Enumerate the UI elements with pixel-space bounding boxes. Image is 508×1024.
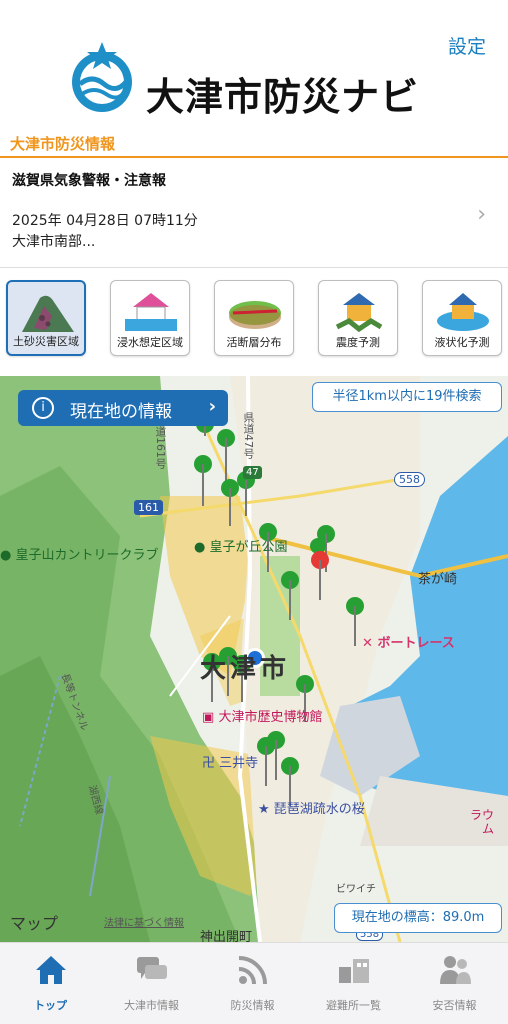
hazard-tabs: 土砂災害区域 浸水想定区域 活断層分布 震度予測 液状化予測	[0, 270, 508, 376]
tab-label: 避難所一覧	[326, 999, 381, 1012]
road-161-label: 道161号	[154, 426, 167, 469]
park-poi[interactable]: ● 皇子が丘公園	[194, 536, 288, 555]
boat-race-poi[interactable]: ✕ ボートレース	[362, 632, 455, 651]
chevron-right-icon: ›	[477, 202, 486, 227]
tab-label: 土砂災害区域	[13, 335, 79, 348]
museum-poi[interactable]: ▣ 大津市歴史博物館	[202, 706, 322, 725]
home-icon	[36, 956, 66, 984]
shelter-icon	[339, 959, 369, 983]
route-558-shield: 558	[394, 472, 425, 487]
warning-area: 大津市南部...	[12, 234, 96, 250]
star-icon: ★	[258, 802, 270, 817]
tab-flood[interactable]: 浸水想定区域	[110, 280, 190, 356]
mu-label: ム	[482, 822, 495, 836]
golf-poi[interactable]: ● 皇子山カントリークラブ	[0, 544, 159, 563]
miidera-poi[interactable]: 卍 三井寺	[202, 752, 258, 771]
apple-maps-credit: マップ	[10, 910, 58, 934]
golf-icon: ●	[0, 548, 12, 563]
section-title: 大津市防災情報	[10, 135, 116, 153]
sakura-label: 琵琶湖疏水の桜	[273, 802, 365, 817]
tab-label: トップ	[34, 999, 67, 1012]
miidera-label: 三井寺	[219, 756, 259, 771]
info-button-label: 現在地の情報	[70, 402, 172, 422]
tab-label: 浸水想定区域	[117, 336, 183, 349]
boat-icon: ✕	[362, 636, 373, 651]
info-icon: i	[32, 397, 54, 419]
park-label: 皇子が丘公園	[209, 540, 288, 555]
people-icon	[440, 956, 471, 984]
weather-warning-card[interactable]: 滋賀県気象警報・注意報 2025年 04月28日 07時11分 大津市南部...…	[0, 160, 508, 268]
tree-icon: ●	[194, 540, 206, 555]
tab-seismic[interactable]: 震度予測	[318, 280, 398, 356]
bottom-tab-bar: トップ 大津市情報 防災情報 避難所一覧 安否情報	[0, 942, 508, 1024]
warning-title: 滋賀県気象警報・注意報	[12, 173, 166, 189]
landslide-icon	[22, 295, 74, 332]
settings-button[interactable]: 設定	[448, 32, 486, 59]
tab-shelters[interactable]: 避難所一覧	[303, 949, 404, 1019]
tab-landslide[interactable]: 土砂災害区域	[6, 280, 86, 356]
warning-datetime: 2025年 04月28日 07時11分	[12, 213, 198, 229]
tab-top[interactable]: トップ	[0, 949, 101, 1019]
temple-icon: 卍	[202, 756, 216, 771]
fault-icon	[229, 301, 281, 329]
chat-icon	[137, 957, 167, 979]
museum-icon: ▣	[202, 710, 215, 725]
maps-credit-label: マップ	[10, 914, 59, 933]
tab-city-info[interactable]: 大津市情報	[101, 949, 202, 1019]
tab-disaster-info[interactable]: 防災情報	[202, 949, 303, 1019]
tab-label: 防災情報	[230, 999, 275, 1012]
legal-link[interactable]: 法律に基づく情報	[104, 914, 184, 929]
sakura-poi[interactable]: ★ 琵琶湖疏水の桜	[258, 798, 365, 817]
kamide-label: 神出開町	[200, 930, 253, 942]
seismic-house-icon	[335, 293, 383, 333]
section-header: 大津市防災情報	[0, 130, 508, 158]
hazard-map[interactable]: i 現在地の情報 › 半径1km以内に19件検索 県道47号 道161号 47 …	[0, 376, 508, 942]
road-label: 県道47号	[242, 412, 255, 459]
elevation-badge: 現在地の標高：89.0m	[334, 903, 502, 933]
tab-label: 液状化予測	[434, 336, 490, 349]
golf-label: 皇子山カントリークラブ	[15, 548, 159, 563]
route-47-shield: 47	[243, 466, 262, 479]
tab-fault[interactable]: 活断層分布	[214, 280, 294, 356]
biwaichi-label: ビワイチ	[336, 884, 376, 895]
liquefaction-icon	[437, 293, 489, 331]
rss-icon	[238, 956, 267, 985]
tab-safety[interactable]: 安否情報	[404, 949, 505, 1019]
museum-label: 大津市歴史博物館	[218, 710, 323, 725]
chevron-right-icon: ›	[208, 396, 216, 417]
route-161-shield: 161	[134, 500, 163, 515]
tab-liquefaction[interactable]: 液状化予測	[422, 280, 502, 356]
current-location-info-button[interactable]: i 現在地の情報 ›	[18, 390, 228, 426]
city-emblem-icon	[72, 42, 132, 112]
app-header: 大津市防災ナビ 設定	[0, 0, 508, 128]
boat-label: ボートレース	[377, 636, 455, 651]
app-title: 大津市防災ナビ	[146, 75, 420, 119]
tab-label: 大津市情報	[124, 999, 179, 1012]
radius-search-button[interactable]: 半径1km以内に19件検索	[312, 382, 502, 412]
chagasaki-label: 茶が崎	[418, 572, 458, 587]
tab-label: 震度予測	[336, 336, 380, 349]
city-label: 大津市	[200, 654, 291, 684]
tab-label: 活断層分布	[226, 336, 282, 349]
tab-label: 安否情報	[432, 999, 477, 1012]
flood-house-icon	[125, 293, 177, 331]
